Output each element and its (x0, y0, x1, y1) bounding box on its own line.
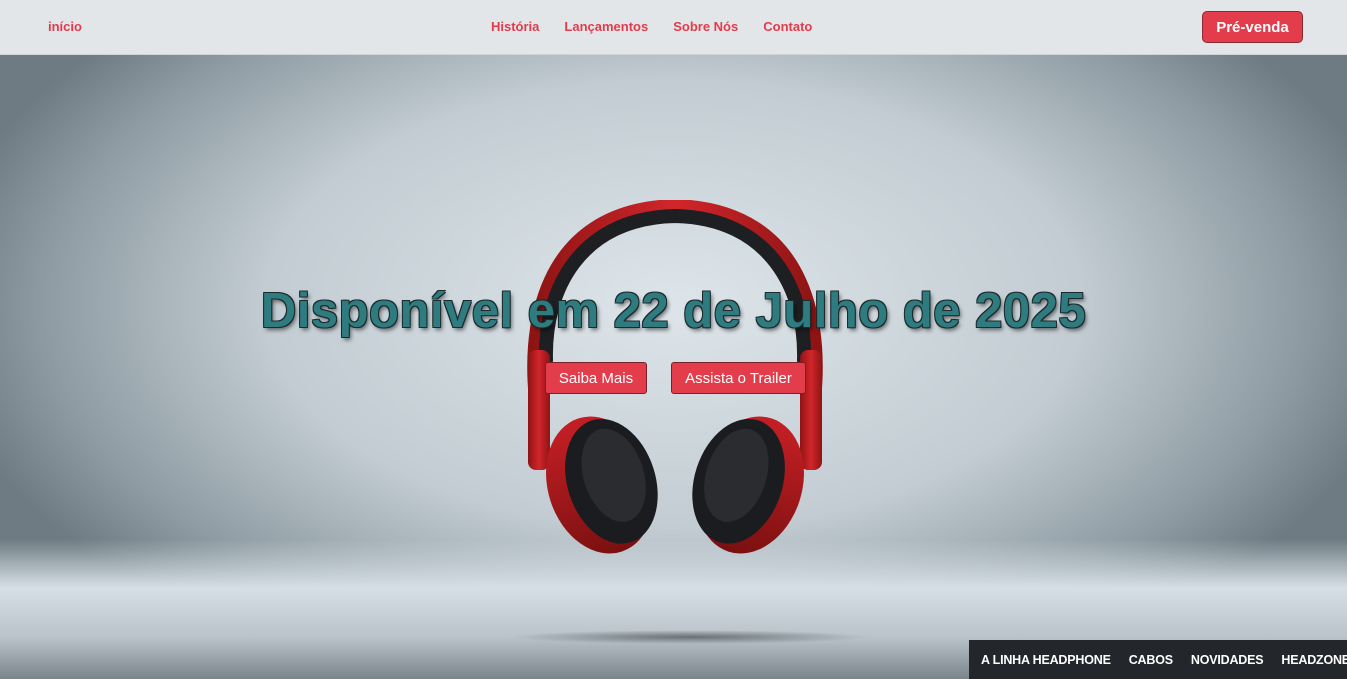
nav-link-historia[interactable]: História (491, 19, 539, 34)
headphone-shadow (510, 630, 870, 644)
category-link-cabos[interactable]: CABOS (1129, 653, 1173, 667)
navbar: início História Lançamentos Sobre Nós Co… (0, 0, 1347, 55)
nav-link-sobre-nos[interactable]: Sobre Nós (673, 19, 738, 34)
watch-trailer-button[interactable]: Assista o Trailer (671, 362, 806, 394)
hero-title: Disponível em 22 de Julho de 2025 (260, 284, 1087, 338)
learn-more-button[interactable]: Saiba Mais (545, 362, 647, 394)
category-link-headzone[interactable]: HEADZONE (1281, 653, 1347, 667)
preorder-button[interactable]: Pré-venda (1202, 11, 1303, 43)
hero-section: Disponível em 22 de Julho de 2025 Saiba … (0, 55, 1347, 679)
category-link-novidades[interactable]: NOVIDADES (1191, 653, 1264, 667)
nav-link-lancamentos[interactable]: Lançamentos (564, 19, 648, 34)
category-bar: A LINHA HEADPHONE CABOS NOVIDADES HEADZO… (969, 640, 1347, 679)
category-link-headphone-line[interactable]: A LINHA HEADPHONE (981, 653, 1111, 667)
nav-link-home[interactable]: início (48, 19, 82, 34)
nav-links: História Lançamentos Sobre Nós Contato (491, 19, 812, 34)
nav-link-contato[interactable]: Contato (763, 19, 812, 34)
